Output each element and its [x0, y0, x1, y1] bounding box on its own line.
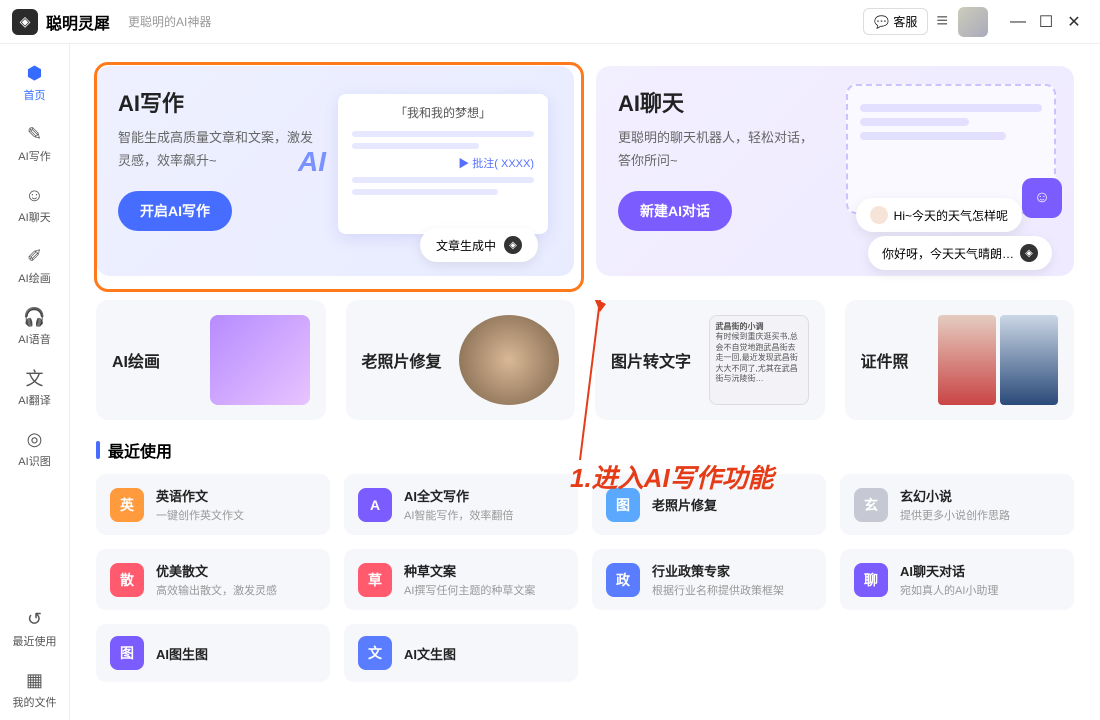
user-avatar-icon — [870, 206, 888, 224]
recent-item-sub: 提供更多小说创作思路 — [900, 507, 1010, 523]
recent-item-icon: 图 — [110, 636, 144, 670]
sidebar-icon: ✎ — [24, 123, 46, 145]
recent-item-icon: 文 — [358, 636, 392, 670]
recent-item-icon: 散 — [110, 563, 144, 597]
recent-item-7[interactable]: 聊 AI聊天对话宛如真人的AI小助理 — [840, 549, 1074, 610]
chat-icon: 💬 — [874, 15, 889, 29]
recent-item-title: AI聊天对话 — [900, 561, 998, 580]
chat-bubble-bot: 你好呀，今天天气晴朗… ◈ — [868, 236, 1052, 270]
recent-item-title: AI全文写作 — [404, 486, 513, 505]
sidebar-bottom-item-1[interactable]: ▦我的文件 — [0, 659, 69, 720]
paper-mock: 「我和我的梦想」 ▶ 批注( XXXX) — [338, 94, 548, 234]
recent-item-title: AI文生图 — [404, 644, 456, 663]
generation-status-pill: 文章生成中 ◈ — [420, 228, 538, 262]
recent-item-title: 种草文案 — [404, 561, 535, 580]
recent-item-sub: AI撰写任何主题的种草文案 — [404, 582, 535, 598]
chat-bubble-user: Hi~今天的天气怎样呢 — [856, 198, 1022, 232]
recent-item-sub: 宛如真人的AI小助理 — [900, 582, 998, 598]
logo-icon: ◈ — [12, 9, 38, 35]
hero-write-desc: 智能生成高质量文章和文案，激发灵感，效率飙升~ — [118, 126, 318, 173]
start-ai-write-button[interactable]: 开启AI写作 — [118, 191, 232, 231]
feature-card-3[interactable]: 证件照 — [845, 300, 1075, 420]
recent-item-icon: 政 — [606, 563, 640, 597]
user-avatar[interactable] — [958, 7, 988, 37]
sidebar-icon: ↺ — [24, 608, 46, 630]
feature-thumb — [938, 315, 1058, 405]
close-button[interactable]: ✕ — [1060, 12, 1088, 32]
recent-item-1[interactable]: A AI全文写作 AI智能写作，效率翻倍 — [344, 474, 578, 535]
recent-item-title: AI图生图 — [156, 644, 208, 663]
hero-chat-desc: 更聪明的聊天机器人，轻松对话，答你所问~ — [618, 126, 818, 173]
feature-thumb — [210, 315, 310, 405]
sidebar-item-2[interactable]: ☺AI聊天 — [0, 174, 69, 235]
recent-item-title: 优美散文 — [156, 561, 277, 580]
sidebar-icon: 🎧 — [24, 306, 46, 328]
recent-item-sub: AI智能写作，效率翻倍 — [404, 507, 513, 523]
menu-icon[interactable]: ≡ — [936, 10, 948, 33]
recent-item-title: 行业政策专家 — [652, 561, 784, 580]
feature-card-title: AI绘画 — [112, 348, 160, 372]
recent-item-sub: 根据行业名称提供政策框架 — [652, 582, 784, 598]
hero-write-illustration: AI 「我和我的梦想」 ▶ 批注( XXXX) 文章生成中 ◈ — [308, 86, 558, 256]
recent-item-sub: 一键创作英文作文 — [156, 507, 244, 523]
recent-item-8[interactable]: 图 AI图生图 — [96, 624, 330, 682]
recent-item-icon: 聊 — [854, 563, 888, 597]
sidebar-item-3[interactable]: ✐AI绘画 — [0, 235, 69, 296]
ai-badge-icon: AI — [298, 146, 326, 178]
hero-ai-chat[interactable]: AI聊天 更聪明的聊天机器人，轻松对话，答你所问~ 新建AI对话 ☺ Hi~今天… — [596, 66, 1074, 276]
recent-item-3[interactable]: 玄 玄幻小说提供更多小说创作思路 — [840, 474, 1074, 535]
sidebar-item-0[interactable]: ⬢首页 — [0, 52, 69, 113]
status-icon: ◈ — [504, 236, 522, 254]
feature-card-2[interactable]: 图片转文字武昌街的小调有时候到重庆逛买书,总会不自觉地跑武昌街去走一回,最近发现… — [595, 300, 825, 420]
feature-card-title: 图片转文字 — [611, 348, 691, 372]
recent-title: 最近使用 — [108, 438, 172, 462]
hero-ai-write[interactable]: AI写作 智能生成高质量文章和文案，激发灵感，效率飙升~ 开启AI写作 AI 「… — [96, 66, 574, 276]
minimize-button[interactable]: — — [1004, 13, 1032, 31]
sidebar-icon: ▦ — [24, 669, 46, 691]
recent-item-5[interactable]: 草 种草文案 AI撰写任何主题的种草文案 — [344, 549, 578, 610]
recent-item-6[interactable]: 政 行业政策专家根据行业名称提供政策框架 — [592, 549, 826, 610]
sidebar-item-1[interactable]: ✎AI写作 — [0, 113, 69, 174]
new-ai-chat-button[interactable]: 新建AI对话 — [618, 191, 732, 231]
recent-grid: 英 英语作文一键创作英文作文 A AI全文写作 AI智能写作，效率翻倍图 老照片修复… — [96, 474, 1074, 682]
logo: ◈ 聪明灵犀 更聪明的AI神器 — [12, 9, 211, 35]
recent-item-title: 英语作文 — [156, 486, 244, 505]
sidebar-item-6[interactable]: ◎AI识图 — [0, 418, 69, 479]
recent-item-icon: 玄 — [854, 488, 888, 522]
recent-item-0[interactable]: 英 英语作文一键创作英文作文 — [96, 474, 330, 535]
bot-icon: ◈ — [1020, 244, 1038, 262]
feature-card-title: 证件照 — [861, 348, 909, 372]
sidebar-icon: 文 — [24, 367, 46, 389]
feature-thumb — [459, 315, 559, 405]
recent-item-icon: 英 — [110, 488, 144, 522]
recent-item-9[interactable]: 文 AI文生图 — [344, 624, 578, 682]
chat-fab-icon: ☺ — [1022, 178, 1062, 218]
annotation-text: 1.进入AI写作功能 — [570, 458, 774, 495]
sidebar-icon: ☺ — [24, 184, 46, 206]
support-button[interactable]: 💬 客服 — [863, 8, 928, 35]
annotation-arrow-icon — [550, 300, 610, 465]
recent-item-title: 老照片修复 — [652, 495, 717, 514]
titlebar: ◈ 聪明灵犀 更聪明的AI神器 💬 客服 ≡ — ☐ ✕ — [0, 0, 1100, 44]
feature-card-1[interactable]: 老照片修复 — [346, 300, 576, 420]
sidebar: ⬢首页✎AI写作☺AI聊天✐AI绘画🎧AI语音文AI翻译◎AI识图 ↺最近使用▦我… — [0, 44, 70, 720]
sidebar-item-5[interactable]: 文AI翻译 — [0, 357, 69, 418]
recent-item-title: 玄幻小说 — [900, 486, 1010, 505]
recent-item-icon: A — [358, 488, 392, 522]
feature-card-0[interactable]: AI绘画 — [96, 300, 326, 420]
recent-item-icon: 草 — [358, 563, 392, 597]
app-subtitle: 更聪明的AI神器 — [128, 13, 211, 30]
sidebar-icon: ✐ — [24, 245, 46, 267]
sidebar-icon: ◎ — [24, 428, 46, 450]
sidebar-icon: ⬢ — [24, 62, 46, 84]
feature-thumb: 武昌街的小调有时候到重庆逛买书,总会不自觉地跑武昌街去走一回,最近发现武昌街大大… — [709, 315, 809, 405]
sidebar-item-4[interactable]: 🎧AI语音 — [0, 296, 69, 357]
feature-card-title: 老照片修复 — [362, 348, 442, 372]
maximize-button[interactable]: ☐ — [1032, 12, 1060, 32]
recent-item-sub: 高效输出散文，激发灵感 — [156, 582, 277, 598]
app-name: 聪明灵犀 — [46, 10, 110, 34]
sidebar-bottom-item-0[interactable]: ↺最近使用 — [0, 598, 69, 659]
recent-item-4[interactable]: 散 优美散文高效输出散文，激发灵感 — [96, 549, 330, 610]
